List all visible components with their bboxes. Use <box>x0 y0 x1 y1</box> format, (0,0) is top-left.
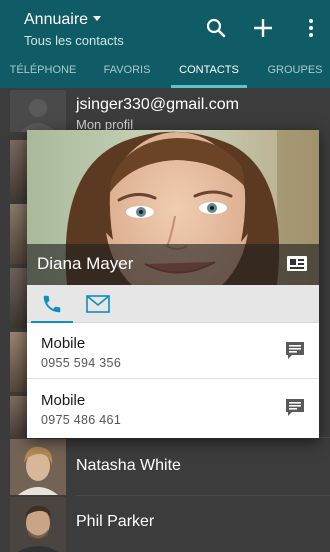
email-icon <box>86 295 110 313</box>
tab-email[interactable] <box>75 285 121 323</box>
avatar <box>10 90 66 132</box>
default-avatar-icon <box>20 99 56 132</box>
contact-name: Natasha White <box>76 457 181 474</box>
contact-photo <box>10 439 66 495</box>
contact-quick-card: Diana Mayer Mobile 0955 594 356 Mobile 0… <box>27 130 319 438</box>
directory-dropdown[interactable]: Annuaire <box>24 11 102 29</box>
app-bar: Annuaire Tous les contacts <box>0 0 330 55</box>
phone-entry[interactable]: Mobile 0975 486 461 <box>27 380 319 436</box>
contact-photo <box>10 497 66 552</box>
list-item[interactable]: Natasha White <box>0 438 330 496</box>
overflow-menu-icon <box>309 19 313 37</box>
phone-type-label: Mobile <box>41 335 86 352</box>
tab-contacts[interactable]: CONTACTS <box>171 55 247 88</box>
contact-name: Phil Parker <box>76 513 155 530</box>
app-title: Annuaire <box>24 11 89 28</box>
phone-number: 0955 594 356 <box>41 356 122 370</box>
avatar <box>10 140 27 200</box>
add-icon <box>254 19 272 37</box>
avatar <box>10 204 27 264</box>
contact-name: Diana Mayer <box>37 254 134 273</box>
avatar <box>10 439 66 495</box>
profile-email: jsinger330@gmail.com <box>76 96 239 113</box>
avatar <box>10 396 27 438</box>
tab-telephone[interactable]: TÉLÉPHONE <box>6 55 80 88</box>
tab-groups[interactable]: GROUPES <box>262 55 328 88</box>
phone-entry[interactable]: Mobile 0955 594 356 <box>27 323 319 379</box>
phone-icon <box>43 295 61 313</box>
overflow-menu-button[interactable] <box>298 14 324 42</box>
contact-method-tabs <box>27 285 319 324</box>
dropdown-caret-icon <box>93 16 102 21</box>
contact-name-bar: Diana Mayer <box>27 244 319 285</box>
app-subtitle: Tous les contacts <box>24 33 124 48</box>
phone-type-label: Mobile <box>41 392 86 409</box>
avatar <box>10 332 27 392</box>
contact-card-icon[interactable] <box>287 256 307 271</box>
phone-number: 0975 486 461 <box>41 413 122 427</box>
tab-phone[interactable] <box>29 285 75 324</box>
add-contact-button[interactable] <box>250 14 276 42</box>
list-item[interactable]: Phil Parker <box>0 496 330 552</box>
search-icon <box>206 18 226 38</box>
message-icon[interactable] <box>285 398 305 418</box>
message-icon[interactable] <box>285 341 305 361</box>
avatar <box>10 497 66 552</box>
tab-favorites[interactable]: FAVORIS <box>92 55 162 88</box>
search-button[interactable] <box>203 14 229 42</box>
my-profile-row[interactable]: jsinger330@gmail.com Mon profil <box>0 88 330 134</box>
tab-bar: TÉLÉPHONE FAVORIS CONTACTS GROUPES <box>0 55 330 88</box>
avatar <box>10 268 27 328</box>
